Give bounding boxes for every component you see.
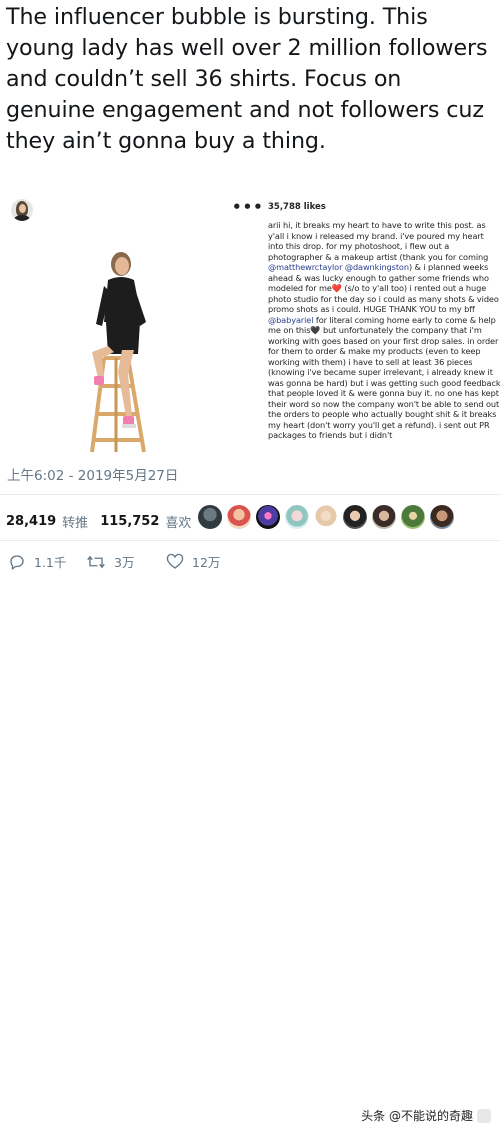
post-caption: arii hi, it breaks my heart to have to w…: [268, 220, 501, 440]
like-button[interactable]: 12万: [166, 552, 220, 571]
divider: [0, 540, 501, 541]
tweet-actions: 1.1千 3万 12万 头条 @不能说的奇趣: [0, 552, 501, 1123]
heart-icon: [166, 553, 184, 569]
reply-count: 1.1千: [34, 555, 67, 570]
retweet-label[interactable]: 转推: [62, 512, 88, 531]
liker-avatars: [198, 505, 459, 529]
post-photo: [0, 226, 258, 454]
black-heart-emoji: 🖤: [310, 325, 321, 335]
more-options-icon[interactable]: •••: [232, 198, 264, 216]
liker-avatar[interactable]: [285, 505, 309, 529]
like-label[interactable]: 喜欢: [165, 512, 191, 531]
liker-avatar[interactable]: [314, 505, 338, 529]
liker-avatar[interactable]: [401, 505, 425, 529]
reply-button[interactable]: 1.1千: [8, 552, 66, 571]
retweet-button[interactable]: 3万: [86, 552, 134, 571]
watermark: 头条 @不能说的奇趣: [361, 1107, 491, 1124]
retweet-action-count: 3万: [114, 555, 135, 570]
liker-avatar[interactable]: [227, 505, 251, 529]
retweet-count[interactable]: 28,419: [6, 514, 56, 529]
mention-link[interactable]: @matthewrctaylor: [268, 262, 342, 272]
reply-icon: [10, 554, 24, 570]
like-action-count: 12万: [192, 555, 221, 570]
mention-link[interactable]: @babyariel: [268, 315, 314, 325]
tweet-timestamp[interactable]: 上午6:02 - 2019年5月27日: [7, 464, 178, 484]
mention-link[interactable]: @dawnkingston: [345, 262, 409, 272]
red-heart-emoji: ❤️: [331, 283, 342, 293]
tweet-text: The influencer bubble is bursting. This …: [6, 4, 488, 154]
post-avatar[interactable]: [11, 199, 33, 221]
liker-avatar[interactable]: [198, 505, 222, 529]
tweet-stats: 28,419 转推 115,752 喜欢: [6, 512, 203, 531]
liker-avatar[interactable]: [256, 505, 280, 529]
liker-avatar[interactable]: [430, 505, 454, 529]
liker-avatar[interactable]: [343, 505, 367, 529]
like-count[interactable]: 115,752: [100, 514, 159, 529]
retweet-icon: [87, 555, 105, 568]
liker-avatar[interactable]: [372, 505, 396, 529]
post-likes-count: 35,788 likes: [268, 202, 326, 212]
divider: [0, 494, 501, 495]
watermark-icon: [477, 1108, 491, 1123]
embedded-instagram-post: ••• 35,788 likes arii hi, it breaks my h…: [0, 196, 501, 454]
